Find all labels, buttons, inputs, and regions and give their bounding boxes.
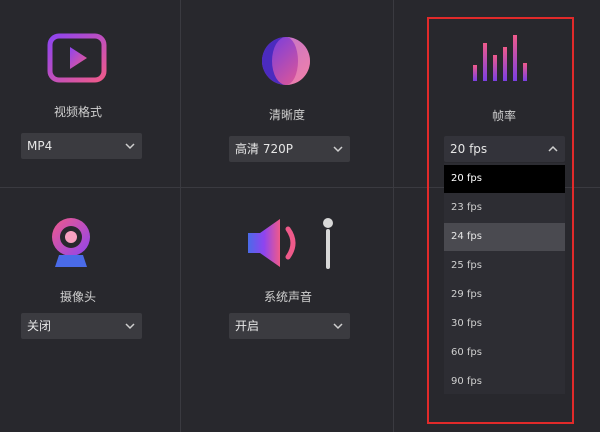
chevron-up-icon [548, 144, 558, 153]
play-icon [47, 33, 107, 89]
chevron-down-icon [333, 321, 343, 330]
frame-rate-value: 20 fps [450, 142, 488, 156]
resolution-select[interactable]: 高清 720P [229, 136, 350, 162]
system-audio-select[interactable]: 开启 [229, 313, 350, 339]
video-format-value: MP4 [27, 139, 53, 153]
chevron-down-icon [333, 144, 343, 153]
chevron-down-icon [125, 141, 135, 150]
frame-rate-option[interactable]: 24 fps [444, 223, 565, 251]
divider [180, 0, 181, 432]
frame-rate-select[interactable]: 20 fps [444, 136, 565, 162]
webcam-icon [49, 215, 93, 275]
frame-rate-bars-icon [471, 35, 531, 87]
resolution-value: 高清 720P [235, 142, 293, 156]
frame-rate-option[interactable]: 90 fps [444, 368, 565, 396]
frame-rate-option[interactable]: 60 fps [444, 339, 565, 367]
resolution-label: 清晰度 [268, 108, 305, 122]
frame-rate-option[interactable]: 25 fps [444, 252, 565, 280]
frame-rate-option[interactable]: 30 fps [444, 310, 565, 338]
system-audio-label: 系统声音 [263, 290, 312, 304]
camera-label: 摄像头 [59, 290, 96, 304]
frame-rate-dropdown: 20 fps 23 fps 24 fps 25 fps 29 fps 30 fp… [444, 163, 565, 394]
frame-rate-option[interactable]: 20 fps [444, 165, 565, 193]
camera-value: 关闭 [27, 319, 52, 333]
frame-rate-label: 帧率 [491, 109, 516, 123]
system-audio-value: 开启 [235, 319, 260, 333]
frame-rate-option[interactable]: 23 fps [444, 194, 565, 222]
video-format-label: 视频格式 [53, 105, 102, 119]
camera-select[interactable]: 关闭 [21, 313, 142, 339]
resolution-circle-icon [258, 33, 314, 93]
video-format-select[interactable]: MP4 [21, 133, 142, 159]
chevron-down-icon [125, 321, 135, 330]
divider [393, 0, 394, 432]
speaker-icon [246, 215, 342, 275]
frame-rate-option[interactable]: 29 fps [444, 281, 565, 309]
